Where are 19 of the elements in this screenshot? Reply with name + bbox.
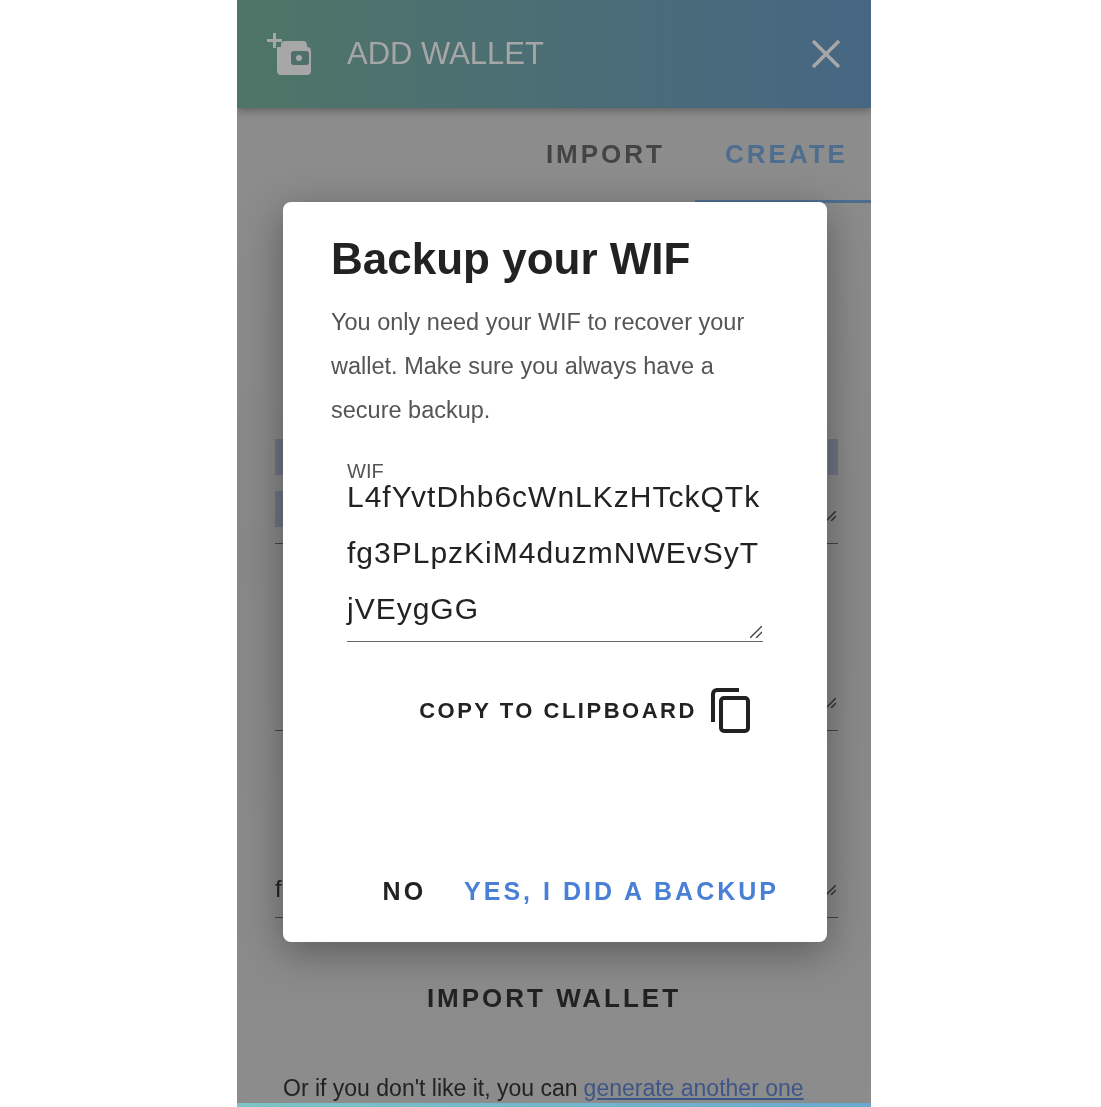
resize-handle-icon[interactable] [750,626,762,638]
dialog-text: You only need your WIF to recover your wallet. Make sure you always have a secure backup. [331,308,746,425]
footer-text: Or if you don't like it, you can [283,1075,578,1102]
resize-handle-icon [826,885,836,895]
close-icon[interactable] [811,39,841,69]
selection-highlight [828,439,838,475]
dialog-heading: Backup your WIF [331,234,692,284]
import-wallet-button[interactable]: IMPORT WALLET [414,975,694,1022]
wif-field[interactable]: WIF L4fYvtDhb6cWnLKzHTckQTkfg3PLpzKiM4duzmNWEvSyTjVEygGG [347,460,763,642]
form-text: f [275,875,282,903]
wallet-add-icon [267,33,311,75]
tab[interactable]: IMPORT [515,108,695,203]
dialog-button[interactable]: NO [382,871,427,912]
resize-handle-icon [826,511,836,521]
copy-button[interactable]: COPY TO CLIPBOARD [415,688,755,734]
copy-icon [710,688,751,734]
resize-handle-icon [826,698,836,708]
dialog-button[interactable]: YES, I DID A BACKUP [464,871,779,912]
dialog-title: ADD WALLET [347,36,545,72]
